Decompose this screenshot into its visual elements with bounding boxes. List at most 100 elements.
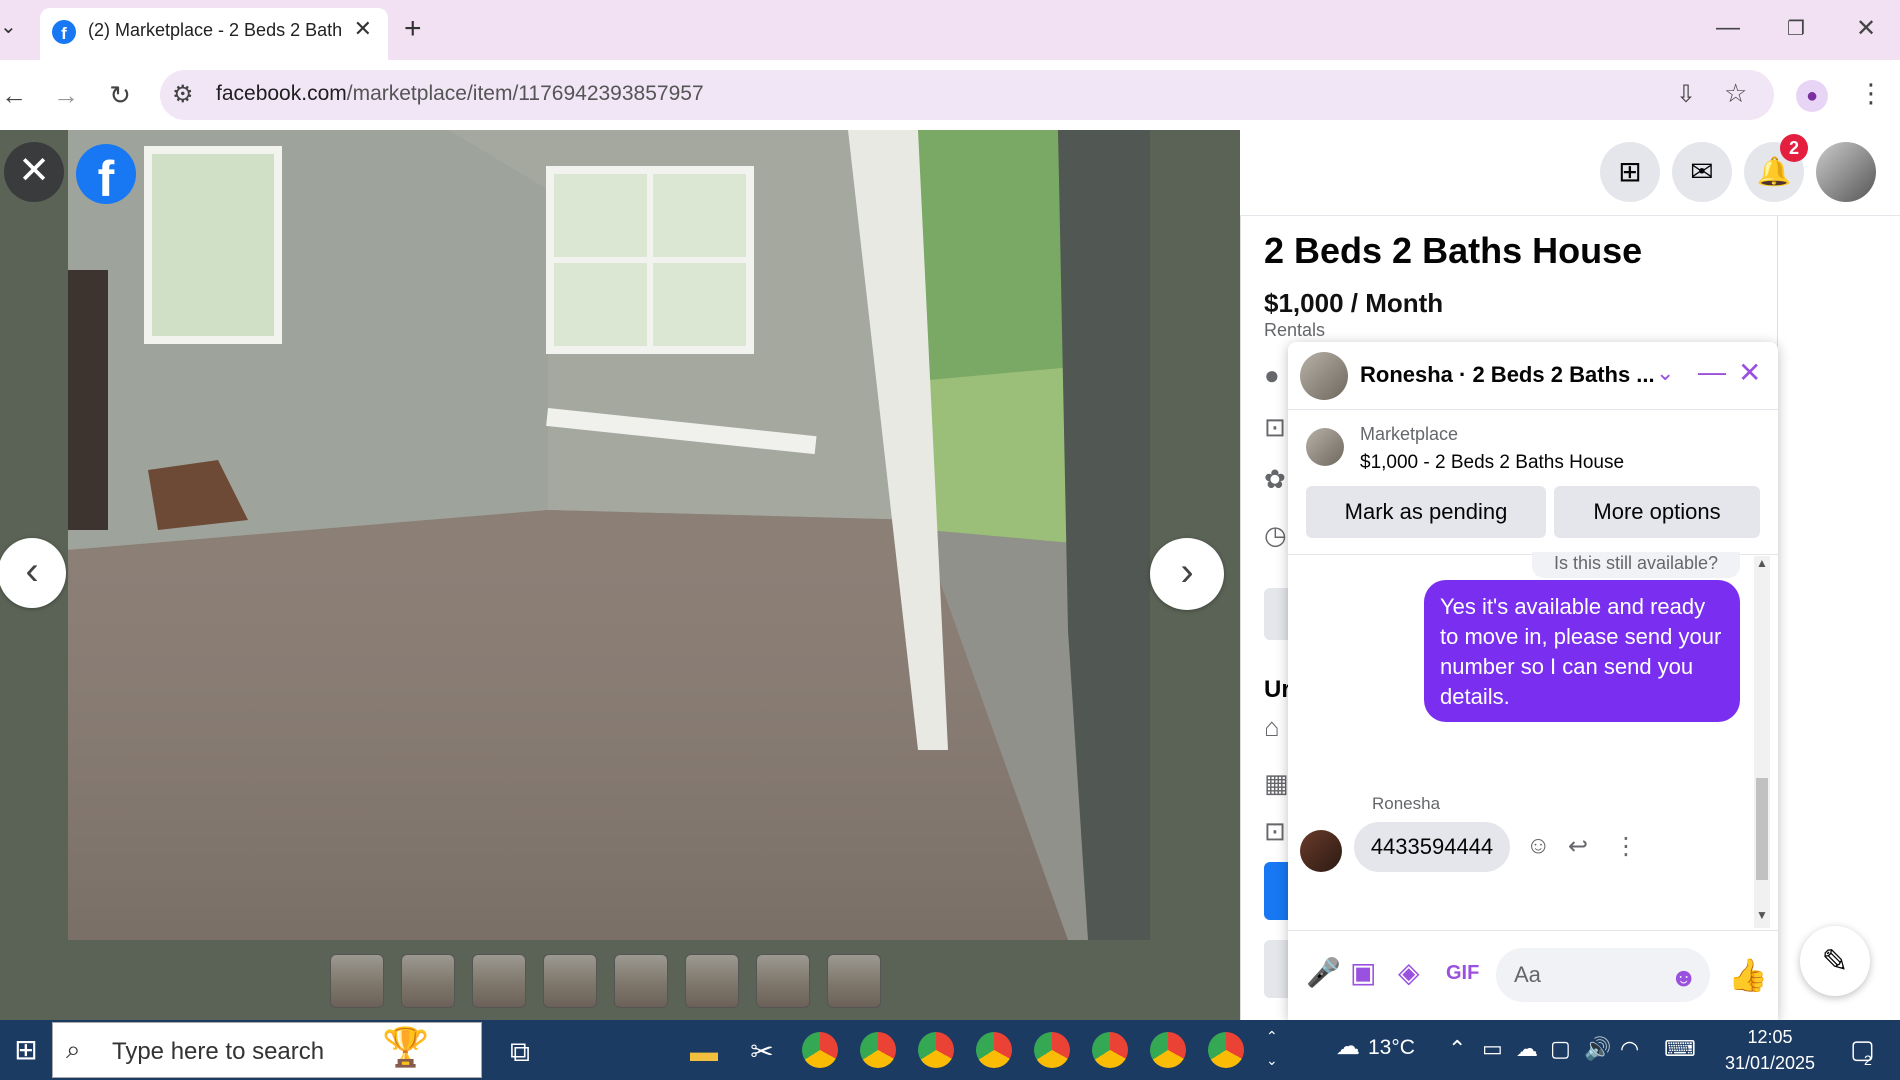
weather-icon[interactable]: ☁: [1336, 1032, 1360, 1061]
close-viewer-button[interactable]: ✕: [4, 142, 64, 202]
tab-title: (2) Marketplace - 2 Beds 2 Bath: [88, 20, 343, 40]
messenger-icon[interactable]: ✉: [1672, 142, 1732, 202]
chrome-icon[interactable]: [976, 1032, 1012, 1068]
browser-menu-icon[interactable]: ⋮: [1858, 78, 1884, 109]
forward-icon[interactable]: →: [46, 80, 86, 111]
windows-start-icon[interactable]: ⊞: [0, 1020, 52, 1080]
scrollbar-thumb[interactable]: [1756, 778, 1768, 880]
chat-avatar[interactable]: [1300, 352, 1348, 400]
clock-icon: ◷: [1264, 520, 1287, 550]
snipping-tool-icon[interactable]: ✂: [742, 1032, 782, 1072]
sticker-icon[interactable]: ◈: [1398, 956, 1420, 989]
scroll-up-icon[interactable]: ▲: [1756, 556, 1768, 570]
reply-icon[interactable]: ↩: [1568, 832, 1588, 861]
emoji-picker-icon[interactable]: ☻: [1670, 962, 1697, 993]
keyboard-icon[interactable]: ⌨: [1664, 1036, 1696, 1062]
photo-thumbnail[interactable]: [685, 954, 739, 1008]
scroll-down-icon[interactable]: ▼: [1756, 908, 1768, 922]
listing-thumbnail: [1306, 428, 1344, 466]
search-icon: ⌕: [66, 1034, 81, 1064]
area-icon: ⊡: [1264, 816, 1286, 846]
back-icon[interactable]: ←: [0, 80, 34, 111]
close-chat-icon[interactable]: ✕: [1738, 356, 1761, 389]
new-tab-button[interactable]: +: [404, 12, 422, 46]
show-hidden-icons-icon[interactable]: ⌃: [1448, 1036, 1466, 1062]
incoming-message-bubble[interactable]: 4433594444: [1354, 822, 1510, 872]
temperature[interactable]: 13°C: [1368, 1036, 1415, 1060]
file-explorer-icon[interactable]: ▬: [684, 1032, 724, 1072]
taskbar-clock[interactable]: 12:05 31/01/2025: [1720, 1024, 1820, 1076]
more-actions-icon[interactable]: ⋮: [1614, 832, 1638, 861]
minimize-chat-icon[interactable]: —: [1698, 356, 1726, 388]
facebook-favicon-icon: f: [52, 20, 76, 44]
browser-tab-active[interactable]: f (2) Marketplace - 2 Beds 2 Bath ✕: [40, 8, 388, 60]
listing-summary[interactable]: $1,000 - 2 Beds 2 Baths House: [1360, 452, 1624, 474]
restore-window-icon[interactable]: ❐: [1776, 16, 1816, 41]
facebook-logo[interactable]: f: [76, 144, 136, 207]
microphone-icon[interactable]: 🎤: [1306, 956, 1341, 989]
listing-photo: [68, 130, 1150, 940]
chrome-icon[interactable]: [1150, 1032, 1186, 1068]
reload-icon[interactable]: ↻: [100, 80, 140, 111]
site-settings-icon[interactable]: ⚙: [172, 80, 194, 109]
close-window-icon[interactable]: ✕: [1846, 14, 1886, 43]
chrome-icon[interactable]: [918, 1032, 954, 1068]
chrome-icon[interactable]: [860, 1032, 896, 1068]
gif-icon[interactable]: GIF: [1446, 962, 1479, 985]
chat-title[interactable]: Ronesha · 2 Beds 2 Baths ...: [1360, 362, 1655, 388]
previous-message: Is this still available?: [1532, 552, 1740, 578]
photo-thumbnail[interactable]: [756, 954, 810, 1008]
sender-avatar[interactable]: [1300, 830, 1342, 872]
photo-thumbnail[interactable]: [543, 954, 597, 1008]
chrome-icon[interactable]: [1208, 1032, 1244, 1068]
photo-thumbnail[interactable]: [401, 954, 455, 1008]
clock-time: 12:05: [1747, 1027, 1793, 1047]
more-options-button[interactable]: More options: [1554, 486, 1760, 538]
photo-attach-icon[interactable]: ▣: [1350, 956, 1376, 989]
minimize-window-icon[interactable]: —: [1708, 14, 1748, 42]
battery-icon[interactable]: ▭: [1482, 1036, 1503, 1062]
tab-close-icon[interactable]: ✕: [354, 16, 372, 42]
install-app-icon[interactable]: ⇩: [1676, 80, 1696, 109]
location-pin-icon: ●: [1264, 360, 1280, 390]
home-icon: ⌂: [1264, 712, 1280, 742]
wifi-icon[interactable]: ◠: [1620, 1036, 1639, 1062]
marketplace-label: Marketplace: [1360, 424, 1459, 444]
photo-thumbnail[interactable]: [827, 954, 881, 1008]
onedrive-icon[interactable]: ☁: [1516, 1036, 1538, 1062]
chrome-icon[interactable]: [1034, 1032, 1070, 1068]
chrome-icon[interactable]: [1092, 1032, 1128, 1068]
action-center-count: 2: [1864, 1052, 1872, 1068]
bookmark-star-icon[interactable]: ☆: [1724, 78, 1747, 109]
menu-grid-icon[interactable]: ⊞: [1600, 142, 1660, 202]
taskbar-overflow-icon[interactable]: ⌃ ⌄: [1266, 1024, 1278, 1072]
next-photo-button[interactable]: ›: [1150, 538, 1224, 610]
chrome-icon[interactable]: [802, 1032, 838, 1068]
new-message-edit-icon[interactable]: ✎: [1800, 926, 1870, 996]
listing-category[interactable]: Rentals: [1264, 320, 1325, 341]
photo-thumbnail[interactable]: [614, 954, 668, 1008]
task-view-icon[interactable]: ⧉: [500, 1032, 540, 1072]
meet-now-icon[interactable]: ▢: [1550, 1036, 1571, 1062]
url-text[interactable]: facebook.com/marketplace/item/1176942393…: [216, 82, 704, 106]
react-emoji-icon[interactable]: ☺: [1526, 832, 1551, 860]
photo-thumbnail[interactable]: [472, 954, 526, 1008]
previous-photo-button[interactable]: ‹: [0, 538, 66, 608]
sender-name: Ronesha: [1372, 794, 1441, 813]
search-highlight-icon: 🏆: [382, 1027, 430, 1069]
mark-as-pending-button[interactable]: Mark as pending: [1306, 486, 1546, 538]
room-photo-illustration: [68, 130, 1150, 940]
profile-icon[interactable]: ●: [1796, 80, 1828, 112]
pets-icon: ✿: [1264, 464, 1286, 494]
volume-icon[interactable]: 🔊: [1584, 1036, 1611, 1062]
tab-search-icon[interactable]: ⌄: [0, 14, 17, 39]
unit-details-heading: Ur: [1264, 676, 1291, 703]
photo-thumbnail[interactable]: [330, 954, 384, 1008]
outgoing-message-bubble[interactable]: Yes it's available and ready to move in,…: [1424, 580, 1740, 722]
chevron-down-icon[interactable]: ⌄: [1656, 360, 1674, 386]
clock-date: 31/01/2025: [1724, 1053, 1816, 1073]
floor-plan-icon: ⊡: [1264, 412, 1286, 442]
account-avatar[interactable]: [1816, 142, 1876, 202]
thumbs-up-icon[interactable]: 👍: [1728, 956, 1768, 994]
taskbar-search-text[interactable]: Type here to search: [112, 1038, 324, 1066]
